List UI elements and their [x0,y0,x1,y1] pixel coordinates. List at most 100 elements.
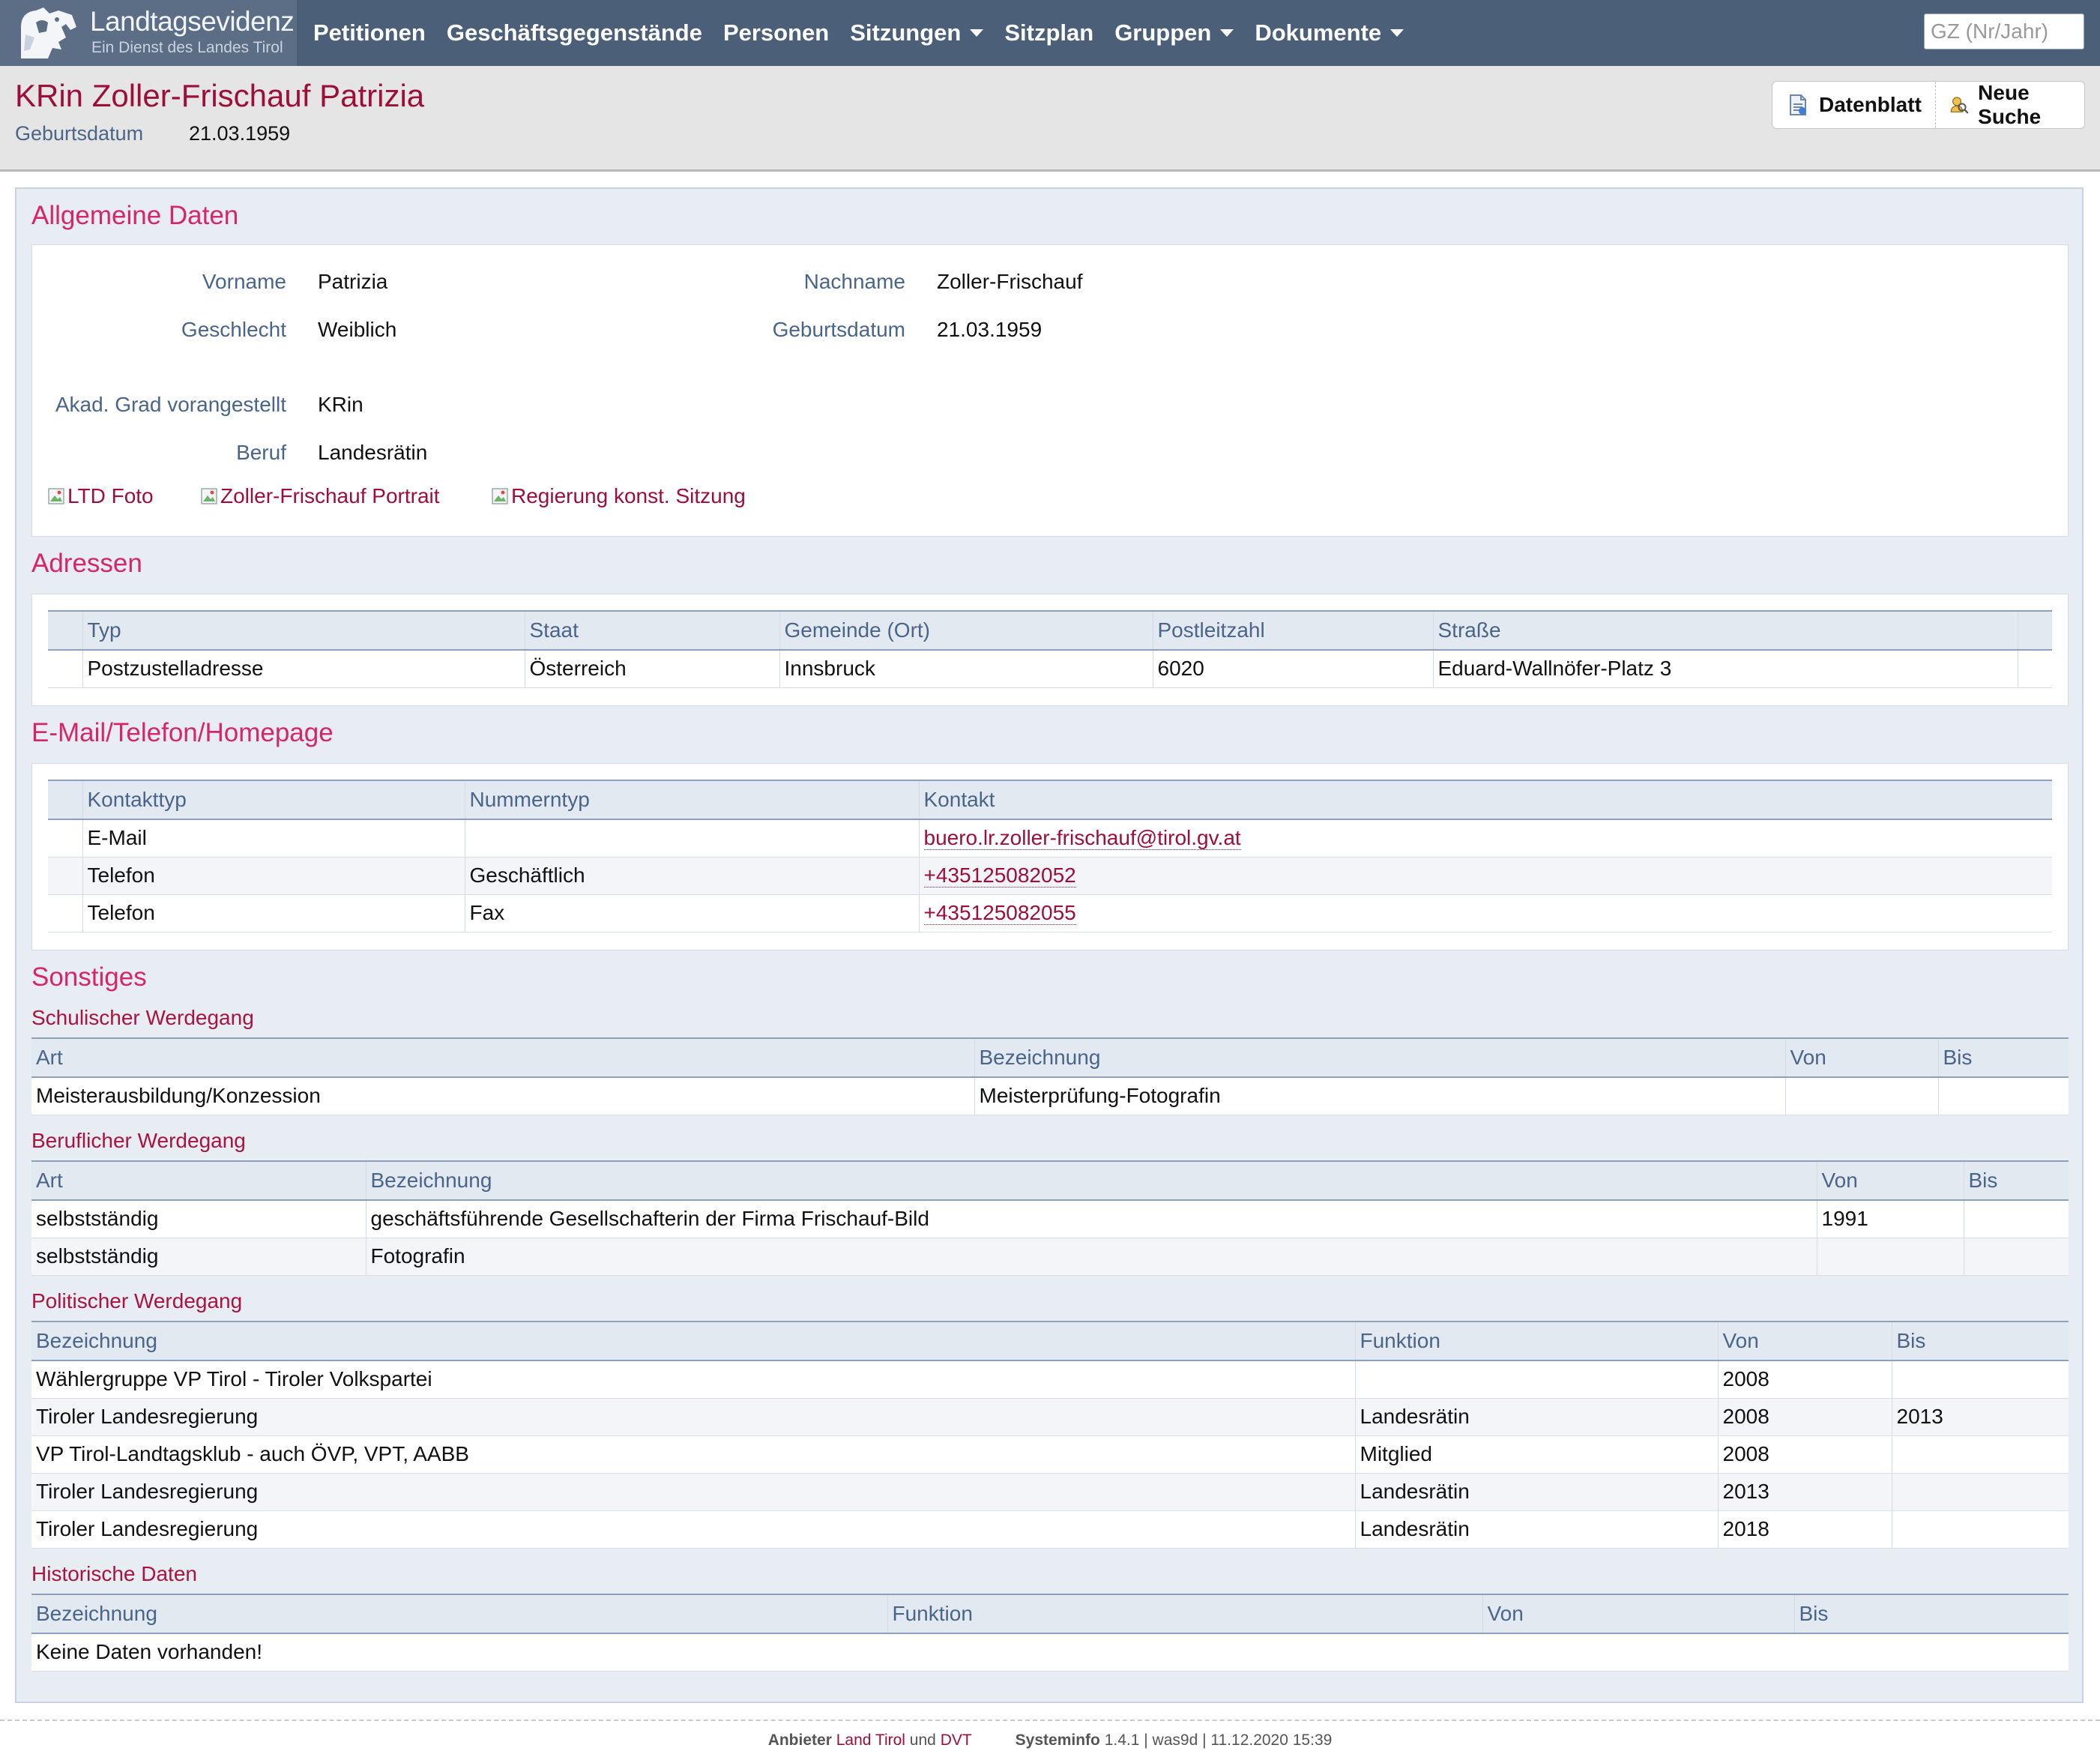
row-icon-cell [48,819,82,858]
nachname-value: Zoller-Frischauf [937,270,1083,293]
cell-bis [1963,1238,2069,1276]
cell-von: 1991 [1816,1200,1964,1238]
broken-image-icon [492,488,508,504]
land-tirol-link[interactable]: Land Tirol [836,1732,905,1749]
table-row: Telefon Geschäftlich +435125082052 [48,857,2052,895]
footer-und: und [909,1732,936,1749]
cell-bezeichnung: Meisterprüfung-Fotografin [974,1077,1785,1115]
logo-subtitle: Ein Dienst des Landes Tirol [91,39,283,56]
column-header-typ[interactable]: Typ [82,610,525,651]
nav-item-dokumente[interactable]: Dokumente [1255,19,1404,46]
table-header-row: Bezeichnung Funktion Von Bis [31,1321,2069,1361]
cell-kontakt: +435125082055 [918,894,2052,932]
nav-item-gruppen[interactable]: Gruppen [1114,19,1234,46]
regierung-sitzung-label: Regierung konst. Sitzung [511,484,746,507]
cell-kontakttyp: Telefon [82,857,465,895]
main-menu: Petitionen Geschäftsgegenstände Personen… [313,0,1425,66]
subsection-schulischer-werdegang: Schulischer Werdegang [31,1006,254,1029]
cell-typ: Postzustelladresse [82,650,525,688]
nav-item-sitzungen[interactable]: Sitzungen [850,19,984,46]
neue-suche-button[interactable]: Neue Suche [1934,81,2084,128]
cell-bis [1963,1200,2069,1238]
nachname-label: Nachname [803,270,905,293]
cell-art: selbstständig [31,1200,366,1238]
beruflicher-werdegang-table: Art Bezeichnung Von Bis selbstständig ge… [31,1160,2069,1276]
column-header-von: Von [1816,1160,1964,1201]
regierung-sitzung-link[interactable]: Regierung konst. Sitzung [492,484,746,508]
geschlecht-value: Weiblich [318,318,397,341]
column-header-strasse[interactable]: Straße [1432,610,2018,651]
tirol-eagle-icon [21,7,76,58]
footer-divider [0,1720,2100,1721]
beruf-label: Beruf [236,441,286,464]
beruf-value: Landesrätin [318,441,428,464]
column-header-actions [2017,610,2052,651]
cell-funktion: Landesrätin [1354,1510,1718,1549]
column-header-nummerntyp[interactable]: Nummerntyp [464,780,919,820]
nav-item-label: Petitionen [313,19,426,46]
akad-grad-value: KRin [318,393,363,416]
column-header-postleitzahl[interactable]: Postleitzahl [1152,610,1433,651]
ltd-foto-label: LTD Foto [67,484,154,507]
nav-item-petitionen[interactable]: Petitionen [313,19,426,46]
logo[interactable]: Landtagsevidenz Ein Dienst des Landes Ti… [0,0,297,66]
cell-bis [1891,1473,2069,1511]
anbieter-label: Anbieter [767,1732,832,1749]
caret-down-icon [1390,29,1404,37]
portrait-link[interactable]: Zoller-Frischauf Portrait [201,484,440,508]
table-header-row: Art Bezeichnung Von Bis [31,1037,2069,1078]
column-header-staat[interactable]: Staat [524,610,779,651]
gz-search-input[interactable] [1924,13,2084,49]
cell-art: selbstständig [31,1238,366,1276]
datenblatt-button[interactable]: Datenblatt [1772,82,1935,128]
table-row: Tiroler Landesregierung Landesrätin 2018 [31,1510,2069,1549]
cell-von: 2018 [1717,1510,1892,1549]
table-row: selbstständig geschäftsführende Gesellsc… [31,1200,2069,1238]
caret-down-icon [1220,29,1234,37]
nav-item-personen[interactable]: Personen [723,19,829,46]
nav-item-sitzplan[interactable]: Sitzplan [1004,19,1093,46]
cell-bezeichnung: Tiroler Landesregierung [31,1398,1355,1436]
datenblatt-label: Datenblatt [1819,93,1922,116]
section-adressen: Adressen [31,549,142,578]
cell-art: Meisterausbildung/Konzession [31,1077,974,1115]
cell-bezeichnung: geschäftsführende Gesellschafterin der F… [365,1200,1817,1238]
search-person-icon [1950,97,1969,114]
column-header-bezeichnung: Bezeichnung [974,1037,1785,1078]
cell-strasse: Eduard-Wallnöfer-Platz 3 [1432,650,2018,688]
adressen-table: Typ Staat Gemeinde (Ort) Postleitzahl St… [48,610,2052,688]
email-link[interactable]: buero.lr.zoller-frischauf@tirol.gv.at [923,826,1241,851]
row-icon-cell [48,894,82,932]
cell-bezeichnung: Tiroler Landesregierung [31,1510,1355,1549]
subsection-politischer-werdegang: Politischer Werdegang [31,1289,243,1313]
subsection-historische-daten: Historische Daten [31,1562,197,1585]
systeminfo-label: Systeminfo [1015,1732,1100,1749]
caret-down-icon [970,29,984,37]
cell-postleitzahl: 6020 [1152,650,1433,688]
cell-bezeichnung: Tiroler Landesregierung [31,1473,1355,1511]
cell-bezeichnung: Fotografin [365,1238,1817,1276]
phone-link[interactable]: +435125082052 [923,864,1076,887]
column-header-von: Von [1482,1594,1794,1634]
cell-funktion: Landesrätin [1354,1398,1718,1436]
fax-link[interactable]: +435125082055 [923,901,1076,925]
cell-kontakt: +435125082052 [918,857,2052,895]
table-header-row: Bezeichnung Funktion Von Bis [31,1594,2069,1634]
column-header-gemeinde[interactable]: Gemeinde (Ort) [779,610,1153,651]
cell-von: 2008 [1717,1435,1892,1474]
ltd-foto-link[interactable]: LTD Foto [48,484,154,508]
table-header-row: Kontakttyp Nummerntyp Kontakt [48,780,2052,820]
politischer-werdegang-table: Bezeichnung Funktion Von Bis Wählergrupp… [31,1321,2069,1549]
header-button-group: Datenblatt Neue Suche [1772,81,2085,129]
nav-item-geschaeftsgegenstaende[interactable]: Geschäftsgegenstände [447,19,702,46]
cell-von: 2013 [1717,1473,1892,1511]
header-birth-label: Geburtsdatum [15,122,144,145]
cell-bis: 2013 [1891,1398,2069,1436]
column-header-kontakttyp[interactable]: Kontakttyp [82,780,465,820]
nav-item-label: Personen [722,19,830,46]
nav-item-label: Sitzplan [1004,19,1094,46]
column-header-kontakt[interactable]: Kontakt [918,780,2052,820]
nav-item-label: Gruppen [1114,19,1212,46]
row-icon-cell [48,650,82,688]
dvt-link[interactable]: DVT [941,1732,972,1749]
